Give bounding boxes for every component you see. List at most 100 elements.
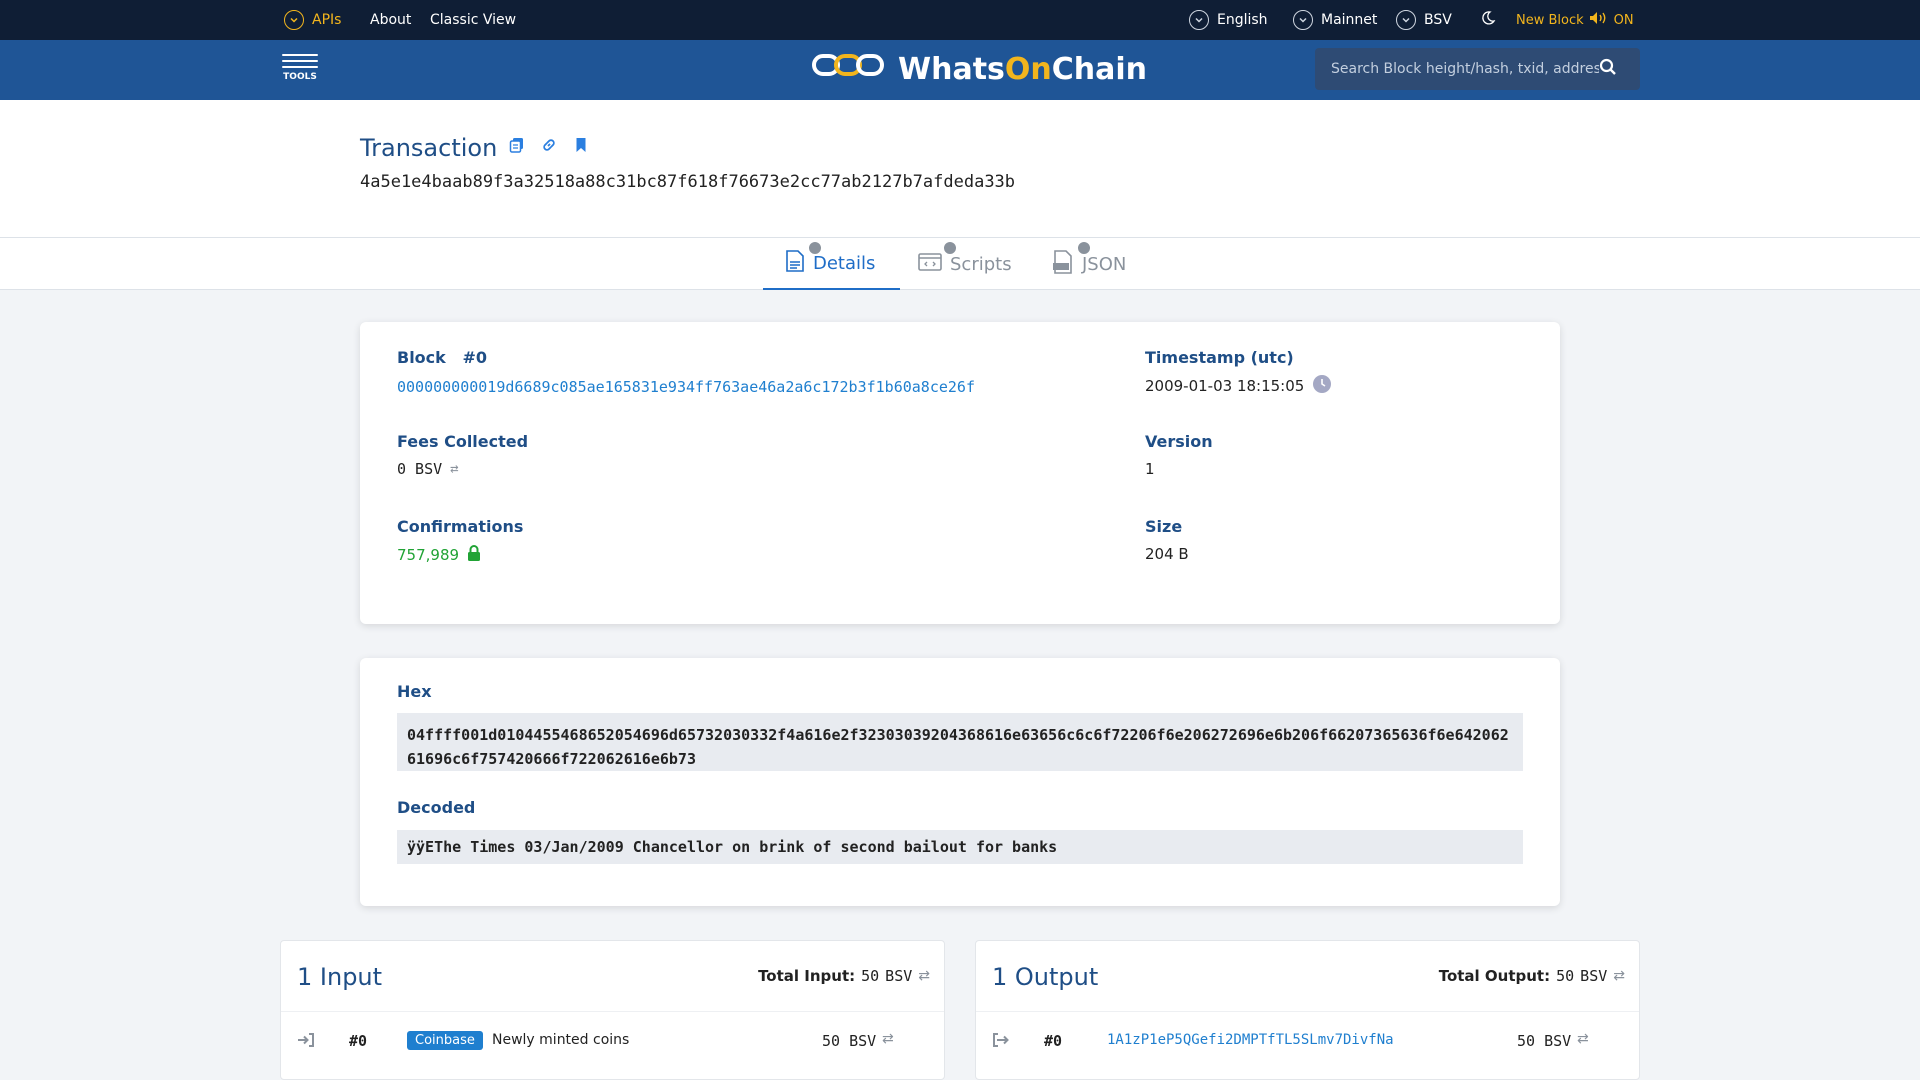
fees-label: Fees Collected [397, 432, 529, 451]
input-index: #0 [349, 1032, 368, 1050]
details-card: Block #0 000000000019d6689c085ae165831e9… [360, 322, 1560, 624]
inputs-title: 1 Input [297, 963, 383, 991]
swap-icon[interactable]: ⇄ [450, 461, 458, 477]
swap-icon[interactable]: ⇄ [918, 968, 930, 984]
lock-icon [467, 545, 481, 565]
timestamp-label: Timestamp (utc) [1145, 348, 1294, 367]
outputs-title: 1 Output [992, 963, 1099, 991]
tab-badge [1076, 240, 1092, 256]
size-value: 204 B [1145, 545, 1189, 563]
version-value: 1 [1145, 460, 1155, 478]
main-header: TOOLS WhatsOnChain [0, 40, 1920, 100]
network-dropdown[interactable]: Mainnet [1293, 0, 1377, 40]
json-file-icon [1052, 249, 1074, 279]
chevron-down-icon [1293, 10, 1313, 30]
tools-label: TOOLS [283, 72, 317, 82]
output-amount: 50 BSV [1517, 1032, 1572, 1050]
apis-link[interactable]: APIs [284, 0, 341, 40]
moon-icon [1480, 10, 1496, 30]
total-input-unit: BSV [885, 967, 913, 985]
confirmations-value: 757,989 [397, 545, 481, 565]
language-label: English [1217, 12, 1268, 28]
chain-logo-icon [812, 50, 884, 88]
transaction-id: 4a5e1e4baab89f3a32518a88c31bc87f618f7667… [360, 172, 1016, 192]
total-input-label: Total Input: [758, 967, 856, 985]
total-input-value: 50 [861, 967, 880, 985]
inputs-panel: 1 Input Total Input: 50 BSV ⇄ #0 Coinbas… [280, 940, 945, 1080]
output-index: #0 [1044, 1032, 1063, 1050]
coinbase-badge: Coinbase [407, 1031, 483, 1050]
total-output-value: 50 [1556, 967, 1575, 985]
clock-icon[interactable] [1312, 374, 1332, 398]
page-title: Transaction [360, 134, 498, 162]
decoded-label: Decoded [397, 798, 476, 817]
outputs-header: 1 Output Total Output: 50 BSV ⇄ [976, 941, 1639, 1011]
block-label: Block #0 [397, 348, 488, 367]
apis-label: APIs [312, 12, 342, 28]
bookmark-icon[interactable] [573, 137, 589, 153]
total-output-unit: BSV [1580, 967, 1608, 985]
network-label: Mainnet [1321, 12, 1378, 28]
new-block-label: New Block [1516, 12, 1584, 28]
search-bar [1315, 48, 1640, 90]
menu-bar [282, 66, 318, 68]
coin-label: BSV [1424, 12, 1452, 28]
tab-bar: Details Scripts JSON [0, 238, 1920, 290]
coin-dropdown[interactable]: BSV [1396, 0, 1452, 40]
tab-details-label: Details [813, 252, 876, 274]
tab-details[interactable]: Details [763, 238, 900, 290]
block-hash-link[interactable]: 000000000019d6689c085ae165831e934ff763ae… [397, 378, 975, 396]
about-link[interactable]: About [370, 0, 411, 40]
sign-out-icon [992, 1032, 1010, 1052]
output-address-link[interactable]: 1A1zP1eP5QGefi2DMPTfTL5SLmv7DivfNa [1107, 1032, 1394, 1048]
total-input: Total Input: 50 BSV ⇄ [758, 967, 930, 985]
top-bar: APIs About Classic View English Mainnet … [0, 0, 1920, 40]
size-label: Size [1145, 517, 1183, 536]
decoded-value: ÿÿEThe Times 03/Jan/2009 Chancellor on b… [397, 830, 1523, 864]
menu-bar [282, 60, 318, 62]
fees-text: 0 BSV [397, 460, 443, 478]
tab-scripts[interactable]: Scripts [918, 238, 1012, 290]
transaction-header: Transaction 4a5e1e4baab89f3a32518a88c31b… [0, 100, 1920, 238]
tab-json[interactable]: JSON [1052, 238, 1126, 290]
transaction-actions [509, 137, 589, 153]
speaker-icon [1589, 11, 1609, 29]
new-block-toggle[interactable]: New Block ON [1516, 0, 1634, 40]
tab-badge [942, 240, 958, 256]
script-card: Hex 04ffff001d0104455468652054696d657320… [360, 658, 1560, 906]
hex-value: 04ffff001d0104455468652054696d6573203033… [397, 713, 1523, 771]
search-icon[interactable] [1599, 58, 1617, 80]
outputs-panel: 1 Output Total Output: 50 BSV ⇄ #0 1A1zP… [975, 940, 1640, 1080]
total-output-label: Total Output: [1438, 967, 1551, 985]
swap-icon[interactable]: ⇄ [1613, 968, 1625, 984]
confirmations-text: 757,989 [397, 546, 460, 564]
hex-label: Hex [397, 682, 432, 701]
tab-json-label: JSON [1082, 253, 1127, 275]
copy-icon[interactable] [509, 137, 525, 153]
classic-view-link[interactable]: Classic View [430, 0, 516, 40]
tools-menu-button[interactable]: TOOLS [281, 54, 319, 82]
swap-icon[interactable]: ⇄ [1577, 1031, 1589, 1047]
version-label: Version [1145, 432, 1213, 451]
tab-scripts-label: Scripts [950, 253, 1012, 275]
menu-bar [282, 54, 318, 56]
language-dropdown[interactable]: English [1189, 0, 1268, 40]
tab-badge [807, 240, 823, 256]
brand-logo[interactable]: WhatsOnChain [812, 50, 1147, 88]
chevron-down-icon [1189, 10, 1209, 30]
output-row: #0 1A1zP1eP5QGefi2DMPTfTL5SLmv7DivfNa 50… [976, 1011, 1639, 1071]
document-icon [785, 249, 805, 277]
dark-mode-toggle[interactable] [1480, 0, 1496, 40]
search-input[interactable] [1331, 61, 1599, 77]
sign-in-icon [297, 1032, 315, 1052]
confirmations-label: Confirmations [397, 517, 524, 536]
swap-icon[interactable]: ⇄ [882, 1031, 894, 1047]
code-window-icon [918, 252, 942, 277]
input-row: #0 Coinbase Newly minted coins 50 BSV ⇄ [281, 1011, 944, 1071]
link-icon[interactable] [541, 137, 557, 153]
timestamp-value: 2009-01-03 18:15:05 [1145, 374, 1332, 398]
chevron-down-icon [284, 10, 304, 30]
about-label: About [370, 12, 412, 28]
inputs-header: 1 Input Total Input: 50 BSV ⇄ [281, 941, 944, 1011]
timestamp-text: 2009-01-03 18:15:05 [1145, 377, 1305, 395]
